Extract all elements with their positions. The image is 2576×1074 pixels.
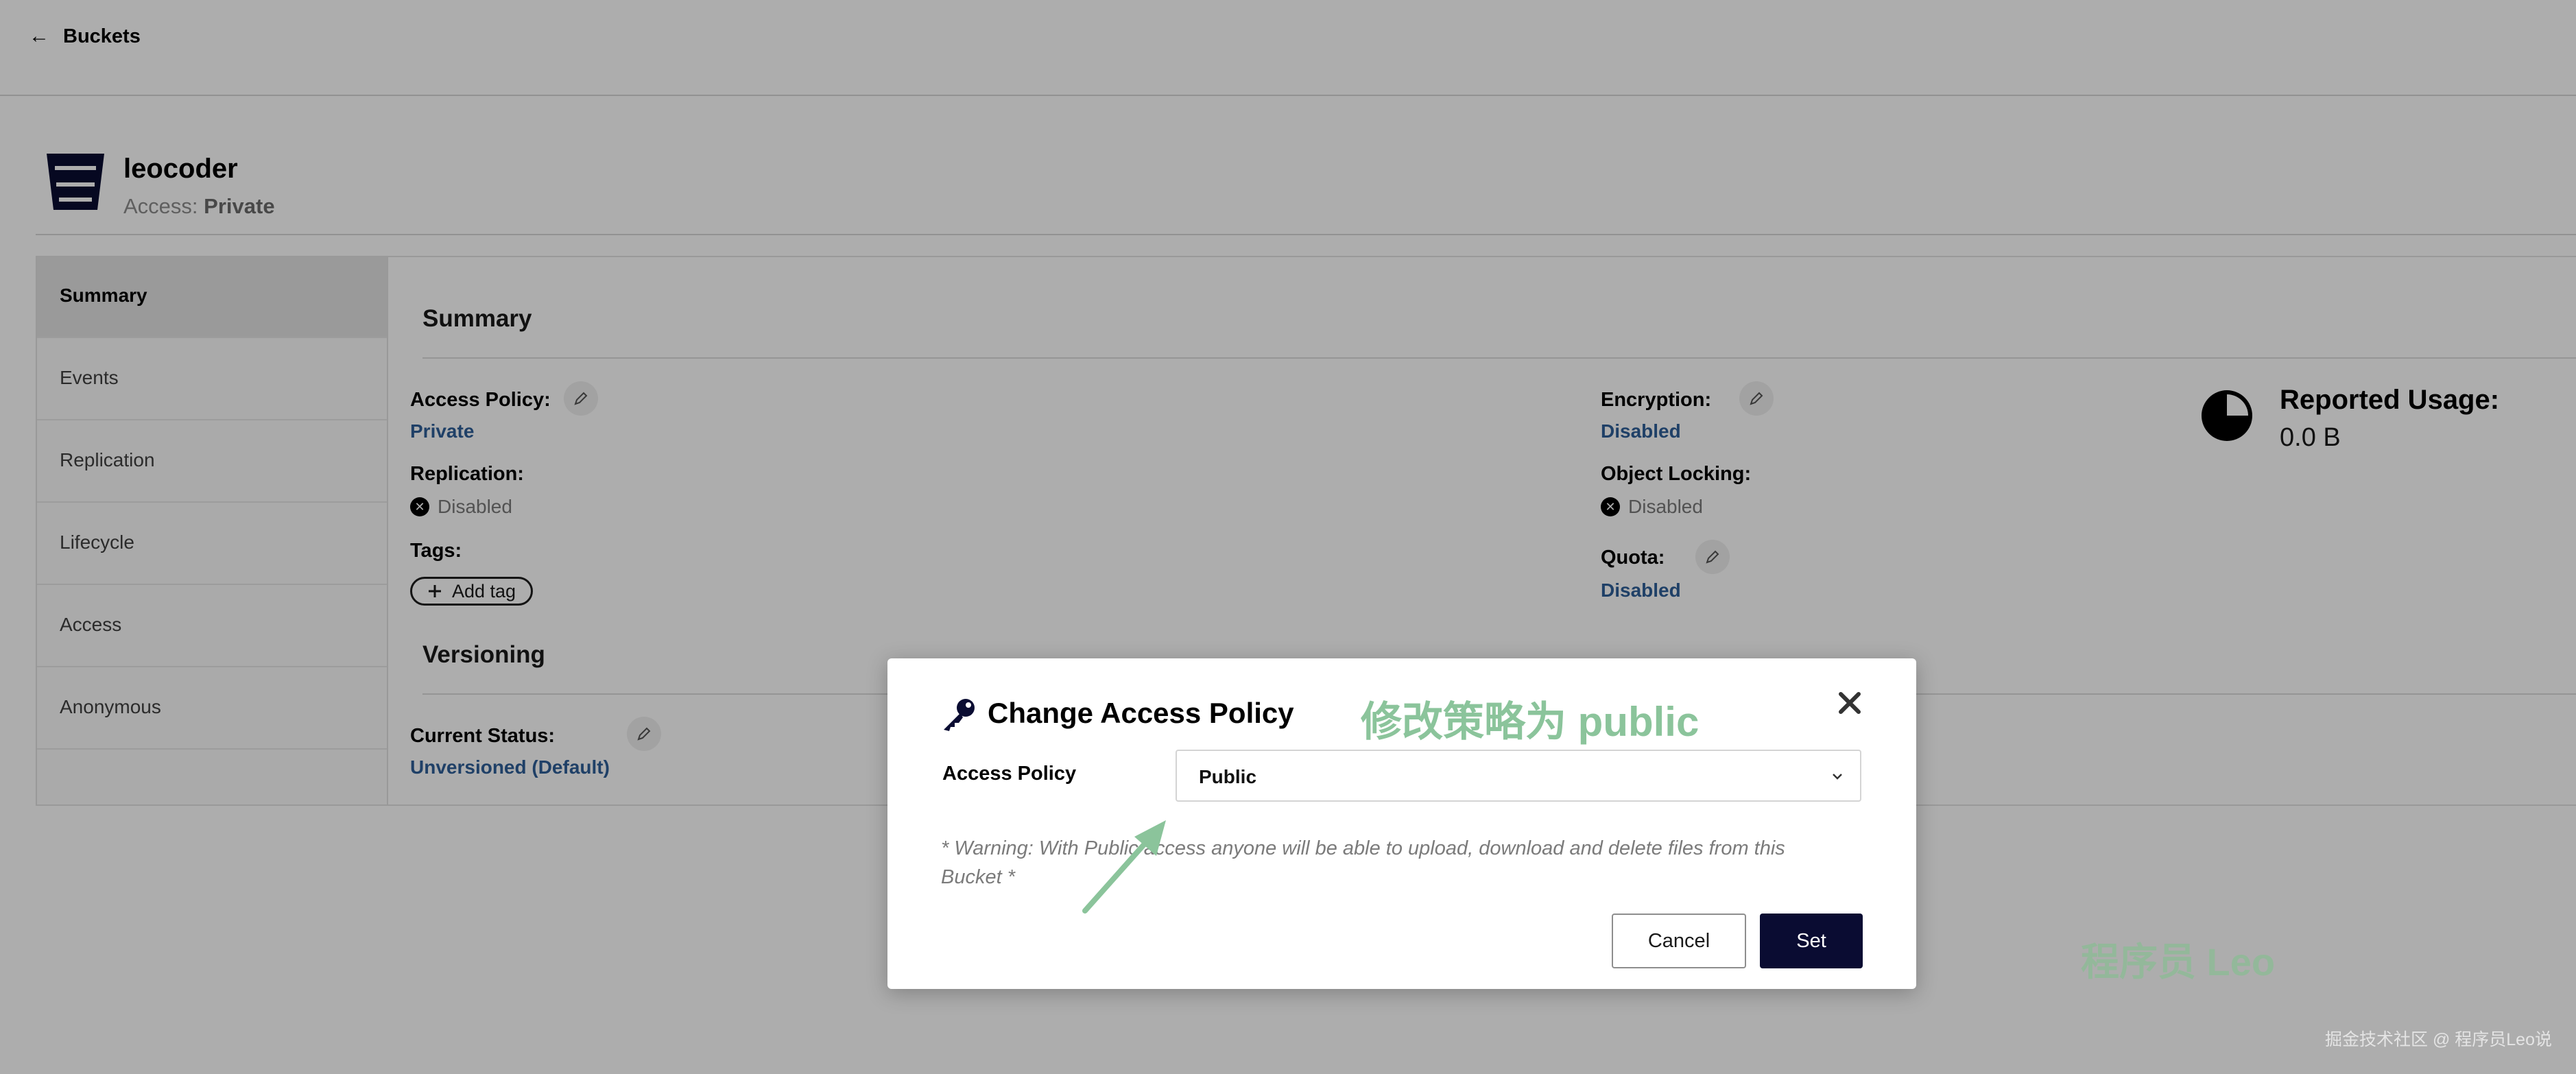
close-icon[interactable] bbox=[1833, 686, 1867, 720]
set-button[interactable]: Set bbox=[1760, 914, 1863, 968]
public-access-warning: * Warning: With Public access anyone wil… bbox=[941, 837, 1785, 888]
dialog-title: Change Access Policy bbox=[988, 697, 1294, 729]
annotation-text: 修改策略为 public bbox=[1361, 699, 1700, 745]
chevron-down-icon bbox=[1833, 774, 1842, 780]
watermark-credit: 掘金技术社区 @ 程序员Leo说 bbox=[2325, 1030, 2552, 1049]
annotation-arrow-icon bbox=[1082, 820, 1166, 914]
change-access-policy-dialog: Change Access Policy 修改策略为 public Access… bbox=[887, 658, 1916, 989]
watermark-logo: 程序员 Leo bbox=[2081, 940, 2276, 983]
cancel-button[interactable]: Cancel bbox=[1612, 914, 1746, 968]
access-policy-selected-value: Public bbox=[1199, 766, 1257, 787]
key-icon bbox=[944, 699, 975, 731]
access-policy-field-label: Access Policy bbox=[942, 763, 1077, 785]
access-policy-select[interactable]: Public bbox=[1176, 750, 1861, 802]
